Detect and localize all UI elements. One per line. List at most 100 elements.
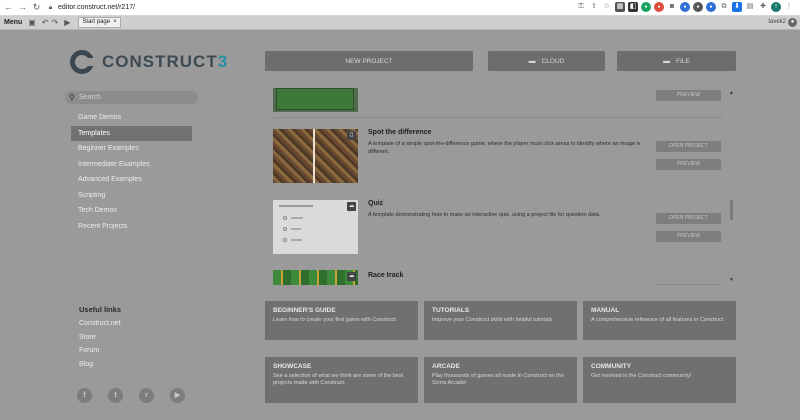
share-icon[interactable]: ⇪ (589, 2, 599, 12)
card-arcade[interactable]: ARCADE Play thousands of games all made … (424, 357, 577, 403)
template-title: Race track (368, 272, 404, 279)
link-blog[interactable]: Blog (79, 361, 121, 375)
extension-icon[interactable]: ▤ (745, 2, 755, 12)
sidebar-item-tech-demos[interactable]: Tech Demos (71, 203, 192, 219)
save-icon[interactable]: ▣ (28, 18, 36, 27)
construct-logo: CONSTRUCT3 (70, 50, 228, 74)
sidebar-item-advanced-examples[interactable]: Advanced Examples (71, 172, 192, 188)
link-forum[interactable]: Forum (79, 347, 121, 361)
back-arrow-icon[interactable]: ← (3, 2, 14, 13)
tab-label: Start page (82, 19, 111, 25)
extension-icon[interactable]: ⧉ (719, 2, 729, 12)
sidebar-item-game-demos[interactable]: Game Demos (71, 110, 192, 126)
card-beginners-guide[interactable]: BEGINNER'S GUIDE Learn how to create you… (265, 301, 418, 340)
template-thumbnail[interactable]: ☁ (273, 200, 358, 254)
link-store[interactable]: Store (79, 334, 121, 348)
profile-avatar-icon[interactable]: T (771, 2, 781, 12)
file-icon: ▯ (347, 131, 356, 140)
undo-icon[interactable]: ↶ (42, 18, 49, 27)
extension-icon[interactable]: ● (693, 2, 703, 12)
open-project-button[interactable]: OPEN PROJECT (656, 213, 721, 224)
card-community[interactable]: COMMUNITY Get involved in the Construct … (583, 357, 736, 403)
card-description: A comprehensive reference of all feature… (591, 317, 724, 323)
card-title: COMMUNITY (591, 363, 632, 370)
open-project-button[interactable]: OPEN PROJECT (656, 141, 721, 152)
card-title: TUTORIALS (432, 307, 470, 314)
cloud-open-button[interactable]: ▬ CLOUD (488, 51, 605, 71)
social-links: f t r ▶ (77, 388, 185, 403)
menu-button[interactable]: Menu (4, 19, 22, 26)
card-description: See a selection of what we think are som… (273, 373, 404, 386)
list-item: ☁ Quiz A template demonstrating how to m… (273, 200, 723, 260)
divider (273, 117, 723, 118)
lock-icon: 🔒︎ (48, 4, 53, 11)
template-thumbnail[interactable]: ☁ (273, 270, 358, 285)
preview-button[interactable]: PREVIEW (656, 90, 721, 101)
app-toolbar: Menu ▣ ↶ ↷ ▶ Start page × tavek2 ● (0, 16, 800, 30)
template-list-scrollbar[interactable]: ▲ ▼ (729, 88, 734, 285)
search-box[interactable]: ⚲ (65, 91, 198, 104)
more-menu-icon[interactable]: ⋮ (784, 2, 794, 12)
reddit-icon[interactable]: r (139, 388, 154, 403)
extension-icon[interactable]: ⬇ (732, 2, 742, 12)
scroll-thumb[interactable] (730, 200, 733, 220)
card-title: MANUAL (591, 307, 620, 314)
card-manual[interactable]: MANUAL A comprehensive reference of all … (583, 301, 736, 340)
bookmark-star-icon[interactable]: ☆ (602, 2, 612, 12)
template-thumbnail[interactable]: ▯ (273, 129, 358, 183)
list-item: ☁ Race track (273, 270, 723, 285)
extension-icon[interactable]: ● (680, 2, 690, 12)
key-icon[interactable]: ⚿ (576, 2, 586, 12)
play-icon[interactable]: ▶ (64, 18, 70, 27)
facebook-icon[interactable]: f (77, 388, 92, 403)
sidebar: Game Demos Templates Beginner Examples I… (71, 110, 192, 234)
construct-logo-icon (70, 50, 95, 74)
card-tutorials[interactable]: TUTORIALS Improve your Construct skills … (424, 301, 577, 340)
preview-button[interactable]: PREVIEW (656, 159, 721, 170)
youtube-icon[interactable]: ▶ (170, 388, 185, 403)
extension-icon[interactable]: ◧ (628, 2, 638, 12)
list-item: ▯ Spot the difference A template of a si… (273, 129, 723, 189)
sidebar-item-scripting[interactable]: Scripting (71, 188, 192, 204)
extension-icon[interactable]: ● (706, 2, 716, 12)
extension-icon[interactable]: ● (641, 2, 651, 12)
cloud-label: CLOUD (541, 57, 565, 65)
scroll-up-icon[interactable]: ▲ (729, 90, 734, 96)
extension-icon[interactable]: ▦ (615, 2, 625, 12)
camera-icon[interactable]: ◙ (667, 2, 677, 12)
new-project-label: NEW PROJECT (345, 57, 393, 65)
template-thumbnail[interactable] (273, 88, 358, 112)
tab-start-page[interactable]: Start page × (78, 17, 121, 28)
sidebar-item-intermediate-examples[interactable]: Intermediate Examples (71, 157, 192, 173)
folder-icon: ▬ (528, 57, 536, 65)
card-description: Play thousands of games all made in Cons… (432, 373, 564, 386)
address-bar[interactable]: editor.construct.net/r217/ (58, 4, 135, 11)
scroll-down-icon[interactable]: ▼ (729, 277, 734, 283)
template-list: PREVIEW ▯ Spot the difference A template… (265, 88, 735, 285)
preview-button[interactable]: PREVIEW (656, 231, 721, 242)
file-open-button[interactable]: ▬ FILE (617, 51, 736, 71)
user-account-icon[interactable]: ● (788, 18, 797, 27)
file-label: FILE (676, 57, 690, 65)
sidebar-item-recent-projects[interactable]: Recent Projects (71, 219, 192, 235)
card-showcase[interactable]: SHOWCASE See a selection of what we thin… (265, 357, 418, 403)
redo-icon[interactable]: ↷ (52, 18, 59, 27)
card-description: Get involved in the Construct community! (591, 373, 692, 379)
sidebar-item-beginner-examples[interactable]: Beginner Examples (71, 141, 192, 157)
card-description: Learn how to create your first game with… (273, 317, 396, 323)
twitter-icon[interactable]: t (108, 388, 123, 403)
browser-extensions: ⚿ ⇪ ☆ ▦ ◧ ● ● ◙ ● ● ● ⧉ ⬇ ▤ ✚ T ⋮ (576, 2, 794, 12)
reload-icon[interactable]: ↻ (31, 2, 42, 13)
close-icon[interactable]: × (113, 18, 117, 27)
link-construct-net[interactable]: Construct.net (79, 320, 121, 334)
sidebar-item-templates[interactable]: Templates (71, 125, 192, 141)
search-input[interactable] (78, 94, 189, 101)
new-project-button[interactable]: NEW PROJECT (265, 51, 473, 71)
user-name[interactable]: tavek2 (768, 19, 786, 25)
template-description: A template demonstrating how to make an … (368, 212, 601, 218)
template-title: Spot the difference (368, 129, 432, 136)
extension-icon[interactable]: ● (654, 2, 664, 12)
template-title: Quiz (368, 200, 384, 207)
forward-arrow-icon[interactable]: → (17, 2, 28, 13)
puzzle-icon[interactable]: ✚ (758, 2, 768, 12)
